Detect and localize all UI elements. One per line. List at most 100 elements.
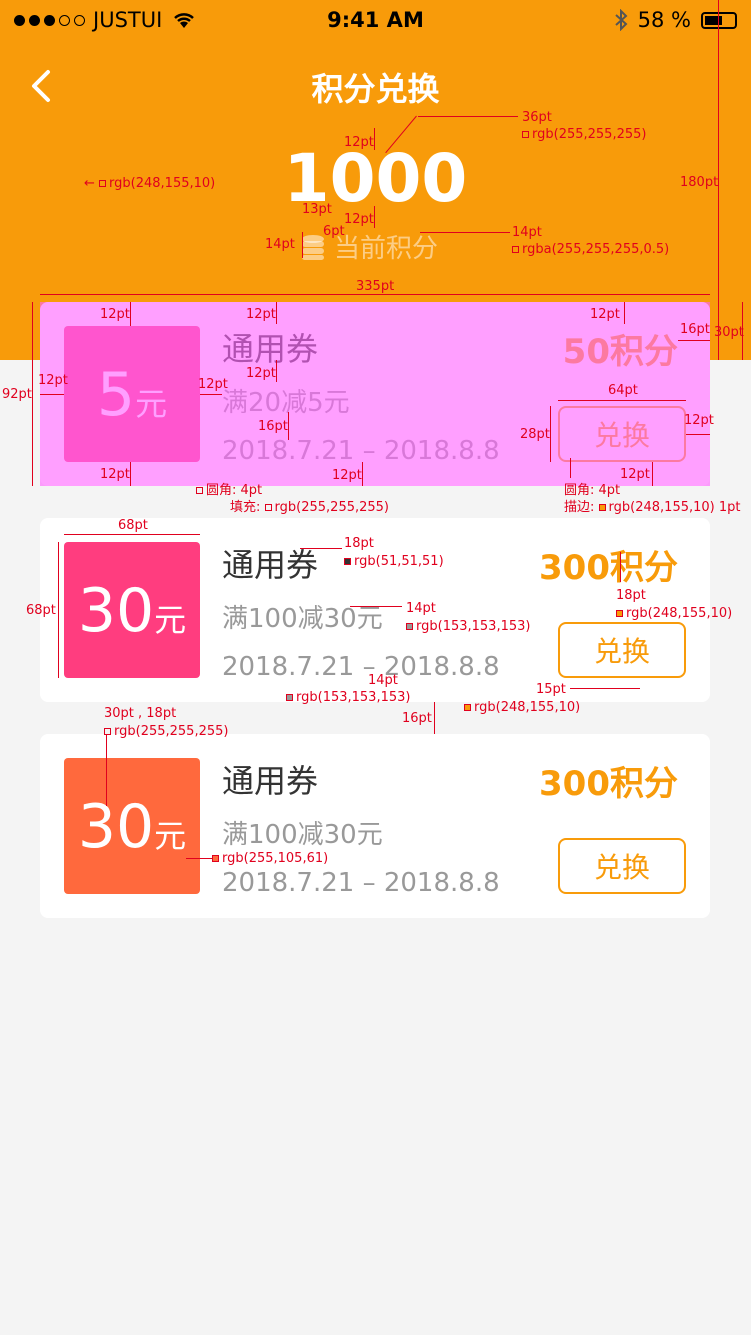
- annotation-label: 12pt: [100, 467, 130, 482]
- annotation-label: 填充: rgb(255,255,255): [230, 500, 389, 515]
- annotation-label: 30pt: [714, 325, 744, 340]
- coupon-desc: 满100减30元: [222, 820, 383, 850]
- status-bar: JUSTUI 9:41 AM 58 %: [0, 0, 751, 42]
- annotation-line: [418, 116, 518, 117]
- annotation-line: [32, 302, 33, 486]
- coupon-cost: 300积分: [539, 548, 678, 588]
- coupon-unit: 元: [154, 817, 187, 855]
- annotation-label: 12pt: [344, 135, 374, 150]
- annotation-label: rgb(153,153,153): [286, 690, 410, 705]
- annotation-line: [302, 232, 303, 258]
- coupon-desc: 满20减5元: [222, 388, 350, 418]
- annotation-line: [40, 294, 710, 295]
- annotation-label: 12pt: [590, 307, 620, 322]
- redeem-button[interactable]: 兑换: [558, 838, 686, 894]
- annotation-label: 335pt: [356, 279, 395, 294]
- annotation-label: 12pt: [684, 413, 714, 428]
- coupon-date: 2018.7.21 – 2018.8.8: [222, 868, 500, 898]
- annotation-line: [570, 688, 640, 689]
- coupon-amount: 30: [77, 792, 155, 862]
- coupon-amount: 5: [96, 360, 136, 430]
- coupon-date: 2018.7.21 – 2018.8.8: [222, 436, 500, 466]
- annotation-label: 14pt: [265, 237, 295, 252]
- battery-icon: [701, 11, 737, 29]
- coupon-cost: 300积分: [539, 764, 678, 804]
- annotation-label: 12pt: [38, 373, 68, 388]
- annotation-line: [300, 548, 342, 549]
- annotation-label: 64pt: [608, 383, 638, 398]
- page-title: 积分兑换: [311, 70, 440, 108]
- redeem-button[interactable]: 兑换: [558, 622, 686, 678]
- coupon-badge: 30 元: [64, 758, 200, 894]
- annotation-label: rgb(153,153,153): [406, 619, 530, 634]
- annotation-line: [558, 400, 686, 401]
- annotation-label: 描边: rgb(248,155,10) 1pt: [564, 500, 741, 515]
- annotation-line: [200, 394, 222, 395]
- annotation-label: 13pt: [302, 202, 332, 217]
- annotation-line: [58, 542, 59, 678]
- annotation-label: 12pt: [246, 366, 276, 381]
- coupon-desc: 满100减30元: [222, 604, 383, 634]
- annotation-label: 12pt: [344, 212, 374, 227]
- annotation-label: rgb(248,155,10): [464, 700, 580, 715]
- annotation-label: 12pt: [198, 377, 228, 392]
- annotation-label: rgb(255,105,61): [212, 851, 328, 866]
- annotation-line: [106, 734, 107, 806]
- coupon-unit: 元: [154, 601, 187, 639]
- annotation-label: 15pt: [536, 682, 566, 697]
- annotation-line: [570, 458, 571, 478]
- annotation-label: 68pt: [118, 518, 148, 533]
- annotation-line: [374, 206, 375, 228]
- annotation-label: 180pt: [680, 175, 719, 190]
- coupon-cost: 50积分: [562, 332, 678, 372]
- redeem-button[interactable]: 兑换: [558, 406, 686, 462]
- annotation-label: 68pt: [26, 603, 56, 618]
- annotation-line: [620, 552, 621, 582]
- annotation-line: [550, 406, 551, 462]
- annotation-label: 12pt: [620, 467, 650, 482]
- coupon-date: 2018.7.21 – 2018.8.8: [222, 652, 500, 682]
- annotation-line: [288, 412, 289, 440]
- annotation-line: [678, 340, 710, 341]
- coupon-card: 30 元 通用券 满100减30元 2018.7.21 – 2018.8.8 30…: [40, 734, 710, 918]
- annotation-label: rgb(51,51,51): [344, 554, 444, 569]
- annotation-label: rgb(255,255,255): [104, 724, 228, 739]
- annotation-label: rgb(255,255,255): [522, 127, 646, 142]
- annotation-label: rgb(248,155,10): [616, 606, 732, 621]
- annotation-label: 36pt: [522, 110, 552, 125]
- annotation-line: [276, 360, 277, 382]
- points-label: 当前积分: [334, 234, 439, 264]
- annotation-label: 12pt: [246, 307, 276, 322]
- annotation-label: 16pt: [258, 419, 288, 434]
- annotation-label: 18pt: [344, 536, 374, 551]
- annotation-line: [652, 462, 653, 486]
- annotation-label: 92pt: [2, 387, 32, 402]
- annotation-label: 14pt: [368, 673, 398, 688]
- annotation-line: [420, 232, 510, 233]
- annotation-line: [350, 606, 402, 607]
- coupon-badge: 30 元: [64, 542, 200, 678]
- annotation-label: 28pt: [520, 427, 550, 442]
- annotation-line: [40, 394, 64, 395]
- annotation-label: 16pt: [680, 322, 710, 337]
- annotation-line: [624, 302, 625, 324]
- annotation-line: [186, 858, 214, 859]
- annotation-line: [276, 302, 277, 324]
- annotation-label: 12pt: [100, 307, 130, 322]
- annotation-line: [362, 462, 363, 486]
- annotation-label: 6pt: [323, 224, 345, 239]
- annotation-label: 18pt: [616, 588, 646, 603]
- annotation-label: 12pt: [332, 468, 362, 483]
- annotation-label: 16pt: [402, 711, 432, 726]
- annotation-line: [130, 462, 131, 486]
- coupon-title: 通用券: [222, 546, 319, 584]
- annotation-line: [434, 702, 435, 734]
- coupon-unit: 元: [135, 385, 168, 423]
- annotation-line: [130, 302, 131, 326]
- annotation-label: rgba(255,255,255,0.5): [512, 242, 669, 257]
- coupon-amount: 30: [77, 576, 155, 646]
- annotation-label: 14pt: [512, 225, 542, 240]
- annotation-label: 14pt: [406, 601, 436, 616]
- coupon-title: 通用券: [222, 330, 319, 368]
- annotation-line: [374, 128, 375, 150]
